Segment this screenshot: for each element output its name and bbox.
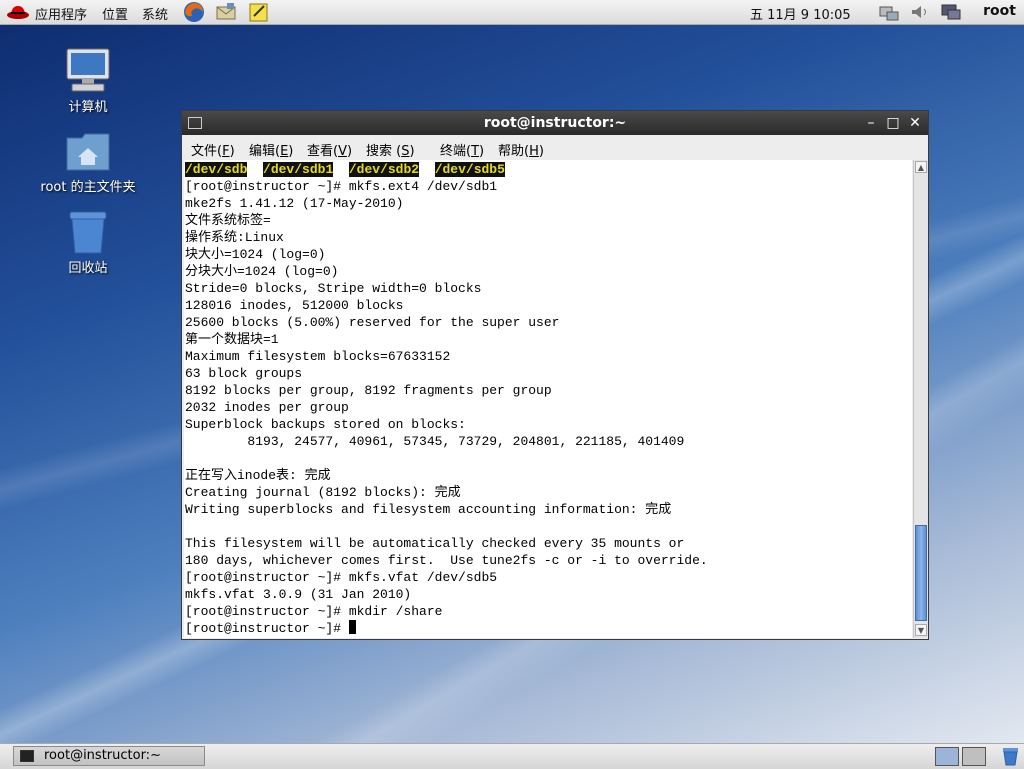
- places-menu[interactable]: 位置: [102, 4, 128, 23]
- scrollbar-thumb[interactable]: [915, 525, 927, 621]
- terminal-line: 正在写入inode表: 完成: [185, 468, 331, 483]
- menu-help[interactable]: 帮助(H): [498, 140, 544, 159]
- device-name: /dev/sdb2: [348, 162, 420, 177]
- terminal-line: [root@instructor ~]# mkdir /share: [185, 604, 443, 619]
- terminal-line: 2032 inodes per group: [185, 400, 349, 415]
- computer-icon: [66, 48, 110, 92]
- terminal-line: 分块大小=1024 (log=0): [185, 264, 339, 279]
- volume-icon[interactable]: [909, 3, 931, 21]
- applications-menu[interactable]: 应用程序: [35, 4, 87, 23]
- scroll-down-arrow-icon[interactable]: ▼: [915, 624, 927, 636]
- device-name: /dev/sdb1: [263, 162, 334, 177]
- terminal-line: 8193, 24577, 40961, 57345, 73729, 204801…: [185, 434, 685, 449]
- terminal-line: 128016 inodes, 512000 blocks: [185, 298, 404, 313]
- bottom-panel: root@instructor:~: [0, 743, 1024, 769]
- firefox-icon[interactable]: [183, 1, 205, 23]
- trash-icon: [69, 211, 107, 254]
- home-folder-icon: [66, 133, 110, 171]
- workspace-1[interactable]: [935, 747, 959, 766]
- desktop-icon-label: root 的主文件夹: [40, 180, 136, 195]
- desktop-computer[interactable]: 计算机: [38, 46, 138, 115]
- terminal-icon: [20, 750, 34, 762]
- terminal-line: 文件系统标签=: [185, 213, 271, 228]
- menu-terminal[interactable]: 终端(T): [440, 140, 484, 159]
- user-name[interactable]: root: [983, 3, 1016, 19]
- terminal-line: 第一个数据块=1: [185, 332, 279, 347]
- display-icon[interactable]: [940, 3, 962, 21]
- desktop-home-folder[interactable]: root 的主文件夹: [38, 130, 138, 195]
- terminal-line: 25600 blocks (5.00%) reserved for the su…: [185, 315, 560, 330]
- menu-file[interactable]: 文件(F): [191, 140, 235, 159]
- redhat-logo-icon[interactable]: [6, 3, 30, 20]
- menu-edit[interactable]: 编辑(E): [249, 140, 293, 159]
- desktop-icon-label: 计算机: [68, 100, 108, 115]
- terminal-line: mke2fs 1.41.12 (17-May-2010): [185, 196, 404, 211]
- terminal-line: 180 days, whichever comes first. Use tun…: [185, 553, 708, 568]
- terminal-line: Superblock backups stored on blocks:: [185, 417, 466, 432]
- terminal-line: 8192 blocks per group, 8192 fragments pe…: [185, 383, 552, 398]
- desktop-icon-label: 回收站: [68, 261, 108, 276]
- window-titlebar[interactable]: root@instructor:~ – □ ✕: [182, 111, 928, 135]
- minimize-button[interactable]: –: [862, 114, 880, 132]
- terminal-line: Writing superblocks and filesystem accou…: [185, 502, 672, 517]
- terminal-line: mkfs.vfat 3.0.9 (31 Jan 2010): [185, 587, 412, 602]
- menu-bar: 文件(F) 编辑(E) 查看(V) 搜索 (S) 终端(T) 帮助(H): [182, 135, 928, 160]
- clock[interactable]: 五 11月 9 10:05: [750, 4, 851, 23]
- scroll-up-arrow-icon[interactable]: ▲: [915, 161, 927, 173]
- terminal-line: Stride=0 blocks, Stripe width=0 blocks: [185, 281, 482, 296]
- terminal-line: 操作系统:Linux: [185, 230, 284, 245]
- trash-icon[interactable]: [1000, 747, 1021, 766]
- device-name: /dev/sdb5: [434, 162, 505, 177]
- terminal-lines: [root@instructor ~]# mkfs.ext4 /dev/sdb1…: [185, 179, 708, 619]
- device-name: /dev/sdb: [185, 162, 248, 177]
- top-panel: 应用程序 位置 系统 五 11月 9 10:05 root: [0, 0, 1024, 25]
- terminal-line: 63 block groups: [185, 366, 303, 381]
- terminal-line: Creating journal (8192 blocks): 完成: [185, 485, 461, 500]
- workspace-2[interactable]: [962, 747, 986, 766]
- menu-view[interactable]: 查看(V): [307, 140, 352, 159]
- taskbar-window-label: root@instructor:~: [44, 748, 161, 763]
- window-title: root@instructor:~: [483, 115, 627, 131]
- network-icon[interactable]: [878, 3, 900, 21]
- terminal-output[interactable]: /dev/sdb /dev/sdb1 /dev/sdb2 /dev/sdb5 […: [184, 160, 912, 638]
- device-listing: /dev/sdb /dev/sdb1 /dev/sdb2 /dev/sdb5: [185, 162, 505, 177]
- system-menu[interactable]: 系统: [142, 4, 168, 23]
- terminal-line: [root@instructor ~]# mkfs.ext4 /dev/sdb1: [185, 179, 498, 194]
- close-button[interactable]: ✕: [906, 114, 924, 132]
- maximize-button[interactable]: □: [884, 114, 902, 132]
- terminal-text: /dev/sdb /dev/sdb1 /dev/sdb2 /dev/sdb5 […: [184, 160, 912, 637]
- mail-icon[interactable]: [215, 1, 237, 23]
- terminal-line: This filesystem will be automatically ch…: [185, 536, 685, 551]
- menu-search[interactable]: 搜索 (S): [366, 140, 415, 159]
- text-cursor: [348, 620, 356, 634]
- terminal-line: Maximum filesystem blocks=67633152: [185, 349, 451, 364]
- terminal-line: 块大小=1024 (log=0): [185, 247, 326, 262]
- terminal-prompt: [root@instructor ~]#: [185, 621, 349, 636]
- terminal-window: root@instructor:~ – □ ✕ 文件(F) 编辑(E) 查看(V…: [181, 110, 929, 640]
- notes-icon[interactable]: [248, 1, 270, 23]
- vertical-scrollbar[interactable]: ▲ ▼: [913, 160, 928, 638]
- terminal-line: [root@instructor ~]# mkfs.vfat /dev/sdb5: [185, 570, 498, 585]
- desktop-trash[interactable]: 回收站: [38, 209, 138, 276]
- taskbar-window-button[interactable]: root@instructor:~: [13, 746, 205, 766]
